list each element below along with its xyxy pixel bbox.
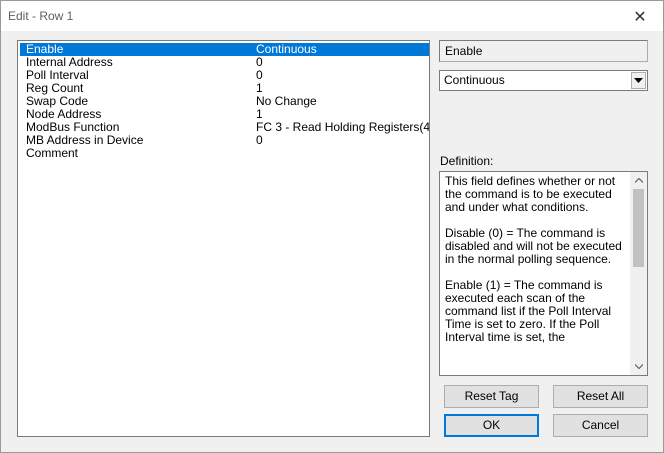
value-dropdown[interactable]: Continuous bbox=[439, 70, 648, 91]
property-row-modbus-function[interactable]: ModBus Function FC 3 - Read Holding Regi… bbox=[20, 121, 430, 134]
property-name: Node Address bbox=[26, 108, 102, 121]
scroll-down-icon[interactable] bbox=[630, 358, 647, 375]
property-value: 0 bbox=[256, 134, 263, 147]
property-row-node-address[interactable]: Node Address 1 bbox=[20, 108, 429, 121]
property-name: Swap Code bbox=[26, 95, 89, 108]
property-value: 1 bbox=[256, 108, 263, 121]
property-name: Enable bbox=[26, 43, 64, 56]
property-row-mb-address[interactable]: MB Address in Device 0 bbox=[20, 134, 429, 147]
property-row-comment[interactable]: Comment bbox=[20, 147, 429, 160]
ok-button[interactable]: OK bbox=[444, 414, 539, 437]
property-value: 0 bbox=[256, 69, 263, 82]
property-row-internal-address[interactable]: Internal Address 0 bbox=[20, 56, 429, 69]
property-name: ModBus Function bbox=[26, 121, 120, 134]
window-title: Edit - Row 1 bbox=[8, 9, 74, 23]
chevron-down-icon[interactable] bbox=[631, 72, 646, 89]
reset-tag-button[interactable]: Reset Tag bbox=[444, 385, 539, 408]
property-list[interactable]: Enable Continuous Internal Address 0 Pol… bbox=[17, 40, 430, 437]
edit-dialog: Edit - Row 1 ✕ Enable Continuous Interna… bbox=[0, 0, 664, 453]
property-name: Poll Interval bbox=[26, 69, 89, 82]
property-value: FC 3 - Read Holding Registers(4 bbox=[256, 121, 430, 134]
definition-scrollbar[interactable] bbox=[630, 172, 647, 375]
property-name: Comment bbox=[26, 147, 79, 160]
property-value: 0 bbox=[256, 56, 263, 69]
title-bar: Edit - Row 1 ✕ bbox=[1, 1, 663, 31]
property-row-reg-count[interactable]: Reg Count 1 bbox=[20, 82, 429, 95]
property-name: MB Address in Device bbox=[26, 134, 144, 147]
cancel-button[interactable]: Cancel bbox=[553, 414, 648, 437]
definition-textbox[interactable]: This field defines whether or not the co… bbox=[439, 171, 648, 376]
scroll-up-icon[interactable] bbox=[630, 172, 647, 189]
property-row-swap-code[interactable]: Swap Code No Change bbox=[20, 95, 429, 108]
dropdown-selected-value: Continuous bbox=[444, 73, 505, 87]
property-value: 1 bbox=[256, 82, 263, 95]
property-value: Continuous bbox=[256, 43, 317, 56]
definition-label: Definition: bbox=[440, 154, 494, 168]
property-row-poll-interval[interactable]: Poll Interval 0 bbox=[20, 69, 429, 82]
property-name: Reg Count bbox=[26, 82, 84, 95]
definition-text: This field defines whether or not the co… bbox=[445, 174, 622, 344]
scrollbar-thumb[interactable] bbox=[633, 189, 644, 267]
property-row-enable[interactable]: Enable Continuous bbox=[20, 43, 429, 56]
selected-field-name: Enable bbox=[439, 40, 648, 62]
property-name: Internal Address bbox=[26, 56, 113, 69]
property-value: No Change bbox=[256, 95, 317, 108]
close-icon[interactable]: ✕ bbox=[617, 1, 663, 31]
reset-all-button[interactable]: Reset All bbox=[553, 385, 648, 408]
